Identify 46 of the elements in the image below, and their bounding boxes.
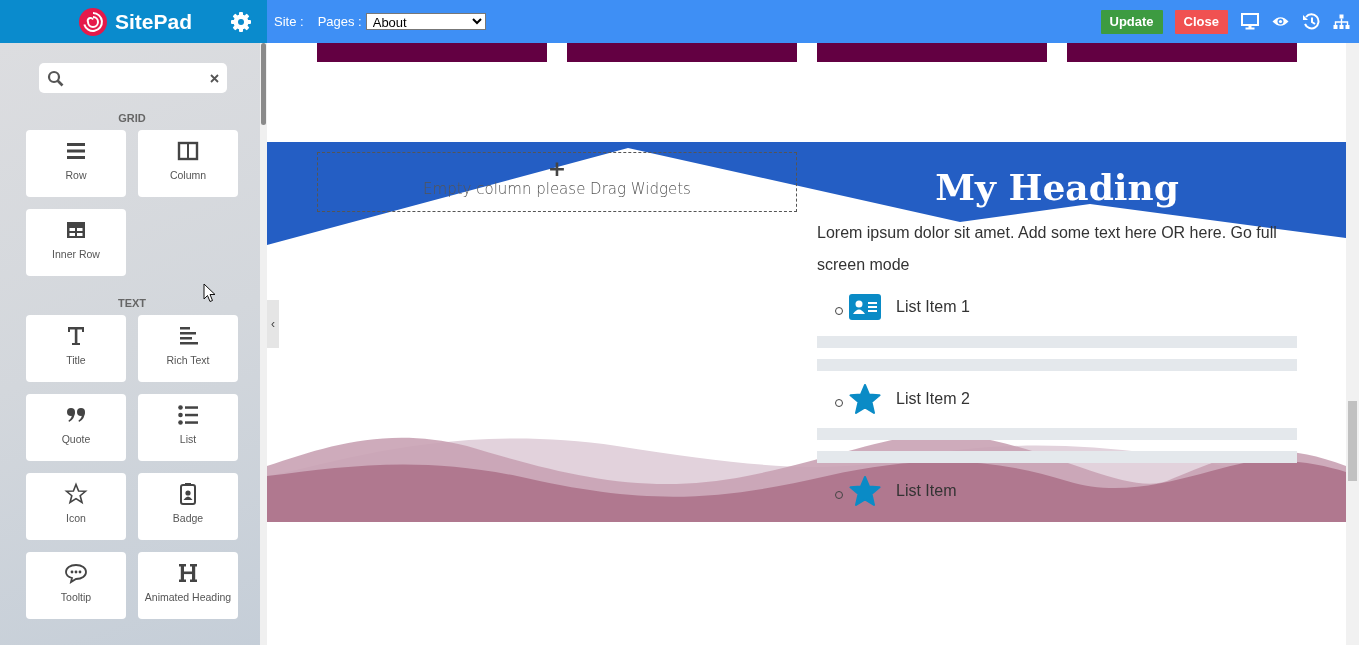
column-icon (176, 139, 200, 163)
search-icon (47, 69, 64, 87)
star-icon (849, 384, 881, 414)
widget-card[interactable]: Column (138, 130, 238, 197)
scrollbar-thumb[interactable] (1348, 401, 1357, 481)
section-title: TEXT (116, 297, 148, 310)
widget-card[interactable]: List (138, 394, 238, 461)
widget-card[interactable]: Animated Heading (138, 552, 238, 619)
section-title: GRID (117, 112, 147, 125)
clear-icon[interactable] (210, 73, 219, 83)
list-icon (176, 403, 200, 427)
tooltip-icon (64, 561, 88, 585)
search-field[interactable] (39, 63, 227, 93)
heading: My Heading (934, 165, 1180, 210)
mouse-cursor-icon (203, 283, 216, 303)
pages-label: Pages : (317, 14, 362, 29)
widget-card[interactable]: Rich Text (138, 315, 238, 382)
preview-eye-icon[interactable] (1272, 16, 1289, 27)
widget-card[interactable]: Quote (26, 394, 126, 461)
list-item-text: List Item 2 (896, 390, 970, 408)
paragraph: Lorem ipsum dolor sit amet. Add some text here OR here. Go full screen mode (817, 223, 1278, 275)
widget-card[interactable]: Icon (26, 473, 126, 540)
widget-card[interactable]: Badge (138, 473, 238, 540)
sitemap-icon[interactable] (1333, 13, 1350, 30)
list-item-text: List Item (896, 482, 957, 500)
icon-icon (64, 482, 88, 506)
site-label: Site : (274, 14, 304, 29)
collapse-handle[interactable]: ‹ (267, 300, 279, 348)
close-button[interactable]: Close (1174, 9, 1228, 34)
widget-card[interactable]: Title (26, 315, 126, 382)
list-item-text: List Item 1 (896, 298, 970, 316)
id-card-icon (849, 294, 881, 320)
star-icon (849, 476, 881, 506)
history-icon[interactable] (1302, 13, 1320, 30)
scrollbar-thumb[interactable] (261, 43, 266, 125)
placeholder-text: Empty column please Drag Widgets (423, 179, 691, 199)
widget-card[interactable]: Row (26, 130, 126, 197)
logo-icon (79, 7, 107, 36)
page-select[interactable]: About (365, 13, 486, 30)
desktop-icon[interactable] (1241, 13, 1259, 30)
update-button[interactable]: Update (1100, 9, 1163, 34)
settings-icon[interactable] (230, 10, 252, 33)
app-name: SitePad (115, 9, 193, 34)
widget-card[interactable]: Tooltip (26, 552, 126, 619)
animated-heading-icon (176, 561, 200, 585)
widget-card[interactable]: Inner Row (26, 209, 126, 276)
